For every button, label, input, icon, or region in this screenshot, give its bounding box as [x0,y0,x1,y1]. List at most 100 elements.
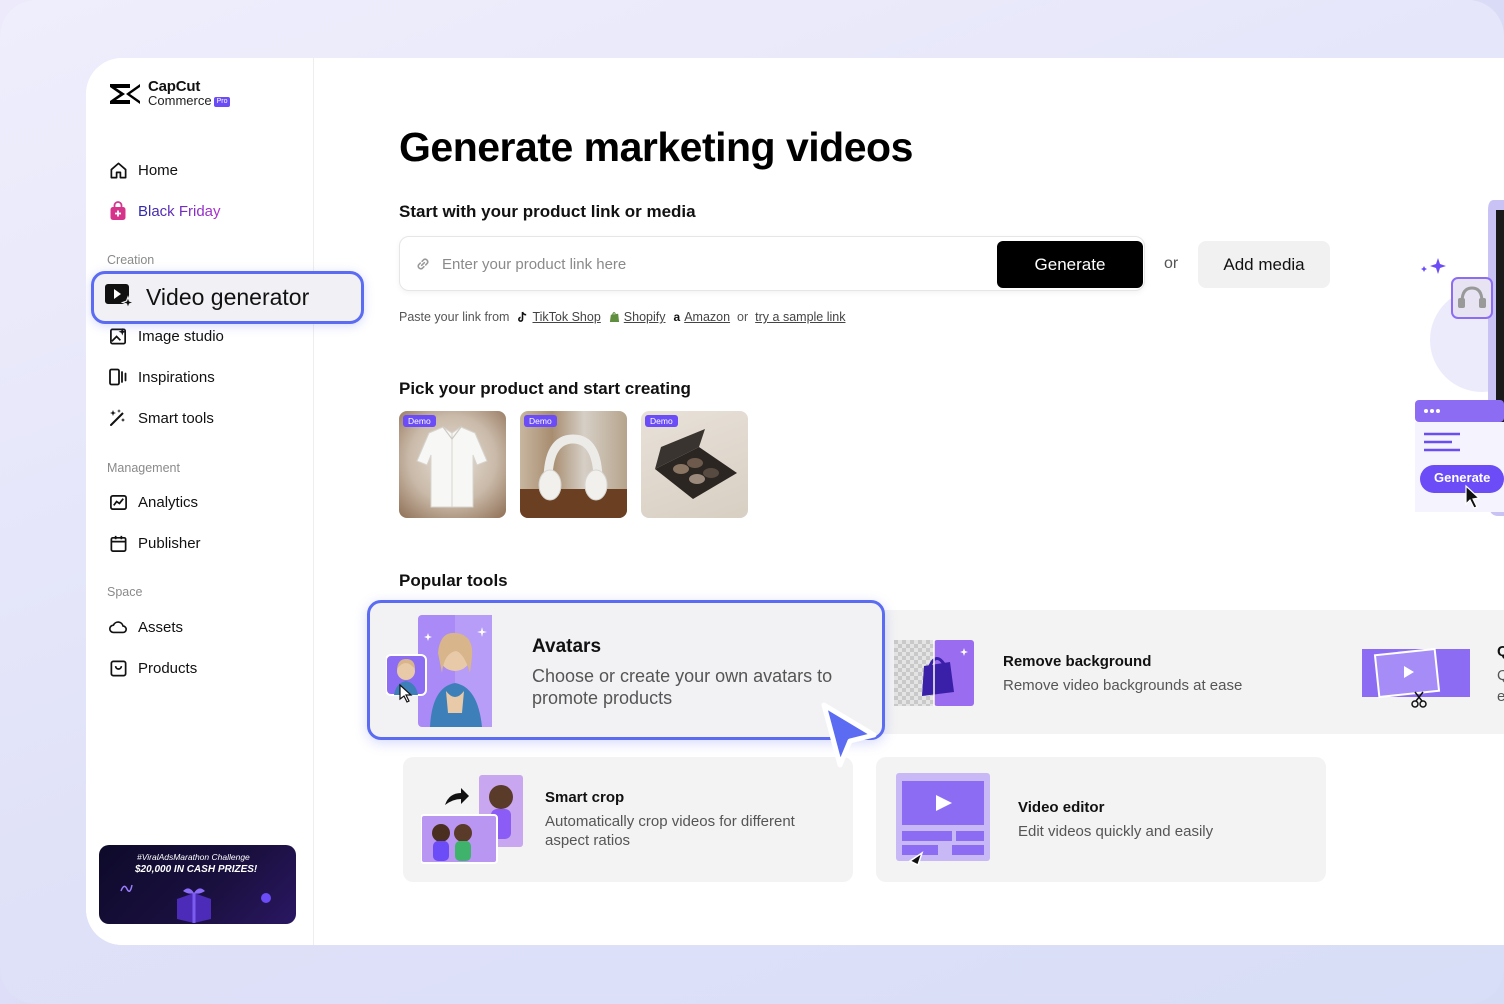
pick-heading: Pick your product and start creating [399,379,691,398]
product-box-icon [108,658,128,678]
amazon-icon: a [673,310,681,324]
tiktok-shop-label: TikTok Shop [532,310,601,324]
capcut-logo-icon [108,81,142,107]
section-creation: Creation [107,253,155,267]
shopify-label: Shopify [623,310,666,324]
inspirations-icon [108,367,128,387]
smart-crop-title: Smart crop [545,789,625,806]
amazon-link[interactable]: a Amazon [674,310,731,324]
tool-card-video-editor[interactable]: Video editor Edit videos quickly and eas… [876,757,1326,882]
paste-or: or [737,310,749,324]
image-sparkle-icon [108,326,128,346]
shopping-bag-icon [108,201,128,221]
popular-heading: Popular tools [399,571,508,590]
nav-label-inspirations: Inspirations [138,368,215,386]
page-title: Generate marketing videos [399,124,913,170]
cloud-icon [108,617,128,637]
paste-prefix: Paste your link from [399,310,510,324]
confetti-icon [120,884,133,892]
preview-generate-label: Generate [1434,470,1491,485]
coin-icon [261,893,271,903]
nav-label-black-friday: Black Friday [138,202,221,220]
or-separator: or [1164,255,1179,272]
link-icon [417,258,429,270]
generate-preview-illustration: Generate [1412,200,1504,516]
start-heading: Start with your product link or media [399,202,696,221]
nav-item-products[interactable]: Products [108,656,197,680]
nav-item-assets[interactable]: Assets [108,615,183,639]
remove-background-thumb [894,640,974,706]
add-media-button[interactable]: Add media [1198,241,1330,288]
product-thumb-headphones[interactable]: Demo [520,411,627,518]
sidebar: CapCut Commerce Pro Home Black Friday Cre… [86,58,314,945]
cursor-pointer-icon [821,702,877,768]
nav-label-analytics: Analytics [138,493,199,511]
partial-tool-title: Q [1497,643,1504,660]
logo[interactable]: CapCut Commerce Pro [108,79,231,108]
nav-item-black-friday[interactable]: Black Friday [108,199,221,223]
tool-card-remove-background[interactable]: Remove background Remove video backgroun… [870,610,1412,734]
tiktok-icon [518,311,527,322]
product-thumb-shirt[interactable]: Demo [399,411,506,518]
tool-card-smart-crop[interactable]: Smart crop Automatically crop videos for… [403,757,853,882]
demo-badge: Demo [403,415,436,427]
video-editor-thumb [896,773,992,869]
tiktok-shop-link[interactable]: TikTok Shop [517,310,601,324]
partial-tool-thumb [1361,644,1471,708]
demo-badge: Demo [645,415,678,427]
video-editor-desc: Edit videos quickly and easily [1018,823,1214,840]
app-window: CapCut Commerce Pro Home Black Friday Cre… [86,58,1504,945]
nav-item-home[interactable]: Home [108,158,178,182]
avatars-desc: Choose or create your own avatars to pro… [532,666,833,708]
nav-label-publisher: Publisher [138,534,201,552]
avatars-thumb [385,613,494,729]
calendar-icon [108,533,128,553]
remove-background-desc: Remove video backgrounds at ease [1003,677,1243,694]
headphones-image [520,434,627,518]
eyeshadow-palette-image [655,429,737,499]
smart-crop-thumb [420,775,525,865]
logo-line2: Commerce [148,93,212,108]
nav-label-image-studio: Image studio [138,327,224,345]
shirt-image [416,426,488,508]
nav-item-publisher[interactable]: Publisher [108,531,201,555]
amazon-label: Amazon [684,310,731,324]
section-management: Management [107,461,180,475]
gift-icon [177,888,211,923]
video-generator-icon [104,282,136,313]
nav-item-video-generator[interactable]: Video generator [91,271,364,324]
partial-tool-desc2: ec [1497,688,1504,705]
demo-badge: Demo [524,415,557,427]
sample-link[interactable]: try a sample link [755,310,845,324]
shopify-link[interactable]: Shopify [609,310,666,324]
generate-button[interactable]: Generate [997,241,1143,288]
nav-label-assets: Assets [138,618,184,636]
promo-line1: #ViralAdsMarathon Challenge [137,852,250,862]
nav-item-inspirations[interactable]: Inspirations [108,365,215,389]
magic-wand-icon [108,408,128,428]
analytics-icon [108,492,128,512]
product-link-input[interactable] [442,251,982,277]
product-thumb-palette[interactable]: Demo [641,411,748,518]
nav-label-video-generator: Video generator [146,284,310,310]
promo-line2: $20,000 IN CASH PRIZES! [135,864,258,875]
main-content: Generate marketing videos Start with you… [315,58,1504,945]
paste-hint: Paste your link from TikTok Shop Shopify… [399,310,845,324]
tool-card-partial[interactable]: Q Qu ec [1348,610,1504,734]
tool-card-avatars[interactable]: Avatars Choose or create your own avatar… [367,600,885,740]
pro-badge: Pro [213,97,231,107]
avatars-title: Avatars [532,636,602,657]
video-editor-title: Video editor [1018,799,1105,816]
shopify-icon [609,312,619,323]
promo-banner[interactable]: #ViralAdsMarathon Challenge $20,000 IN C… [99,845,296,924]
nav-label-products: Products [138,659,198,677]
partial-tool-desc1: Qu [1497,667,1504,684]
section-space: Space [107,585,143,599]
nav-item-image-studio[interactable]: Image studio [108,324,224,348]
smart-crop-desc: Automatically crop videos for different … [545,813,795,849]
nav-item-analytics[interactable]: Analytics [108,490,198,514]
remove-background-title: Remove background [1003,653,1152,670]
home-icon [108,160,128,180]
nav-label-home: Home [138,161,179,179]
nav-item-smart-tools[interactable]: Smart tools [108,406,214,430]
